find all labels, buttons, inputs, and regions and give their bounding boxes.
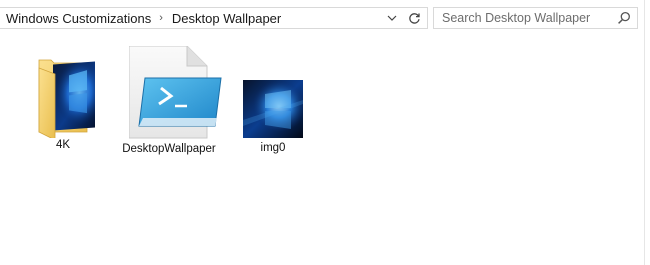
search-icon[interactable]: [617, 11, 631, 25]
powershell-file-icon: [128, 45, 225, 140]
file-item-4k[interactable]: 4K: [23, 52, 103, 152]
file-name: 4K: [55, 139, 71, 151]
file-name: img0: [260, 142, 286, 154]
breadcrumb-desktop-wallpaper[interactable]: Desktop Wallpaper: [172, 11, 281, 26]
file-name: DesktopWallpaper: [122, 143, 216, 155]
window-right-edge: [644, 0, 645, 265]
refresh-icon[interactable]: [404, 8, 424, 28]
breadcrumb-windows-customizations[interactable]: Windows Customizations: [6, 11, 151, 26]
file-item-img0[interactable]: img0: [233, 80, 313, 155]
search-input[interactable]: [434, 8, 622, 28]
search-box[interactable]: [433, 7, 638, 29]
file-item-desktopwallpaper[interactable]: DesktopWallpaper: [122, 45, 222, 156]
navigation-bar: Windows Customizations › Desktop Wallpap…: [0, 6, 650, 30]
image-thumbnail: [243, 80, 303, 138]
explorer-window: Windows Customizations › Desktop Wallpap…: [0, 0, 650, 265]
folder-icon: [31, 52, 101, 141]
breadcrumb-separator-icon[interactable]: ›: [159, 12, 163, 24]
address-bar[interactable]: Windows Customizations › Desktop Wallpap…: [0, 7, 428, 29]
chevron-down-icon[interactable]: [382, 8, 402, 28]
